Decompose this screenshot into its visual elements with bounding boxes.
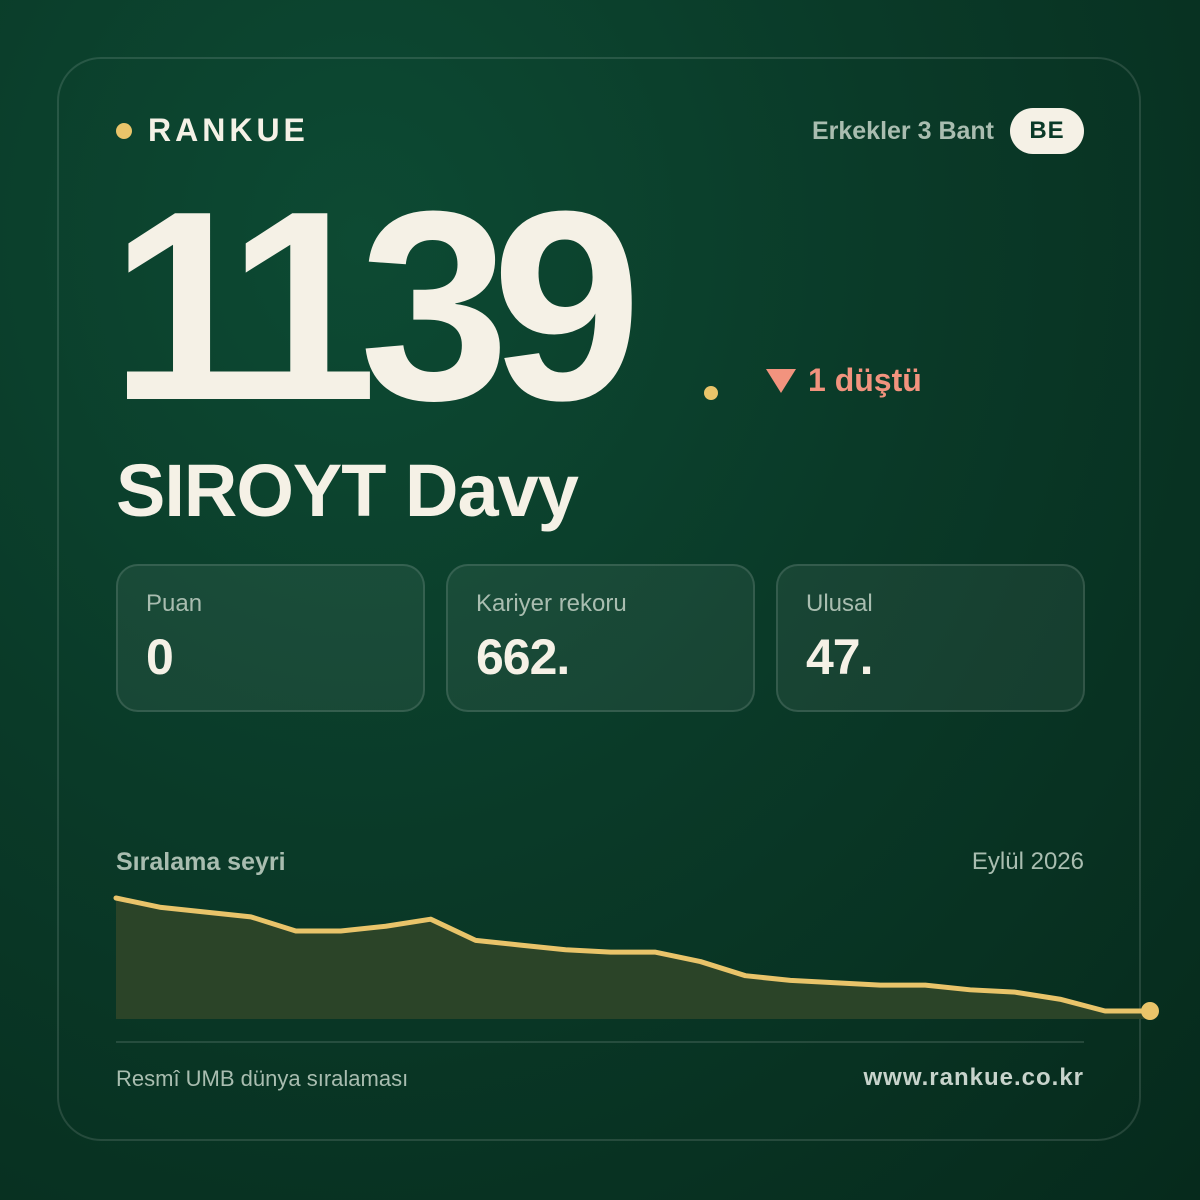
footer-source: Resmî UMB dünya sıralaması	[116, 1066, 409, 1091]
footer-divider	[116, 1041, 1084, 1043]
ranking-trend-chart	[113, 895, 1159, 1020]
trend-area	[116, 898, 1150, 1019]
footer-url[interactable]: www.rankue.co.kr	[863, 1064, 1084, 1092]
trend-end-point	[1141, 1002, 1159, 1020]
